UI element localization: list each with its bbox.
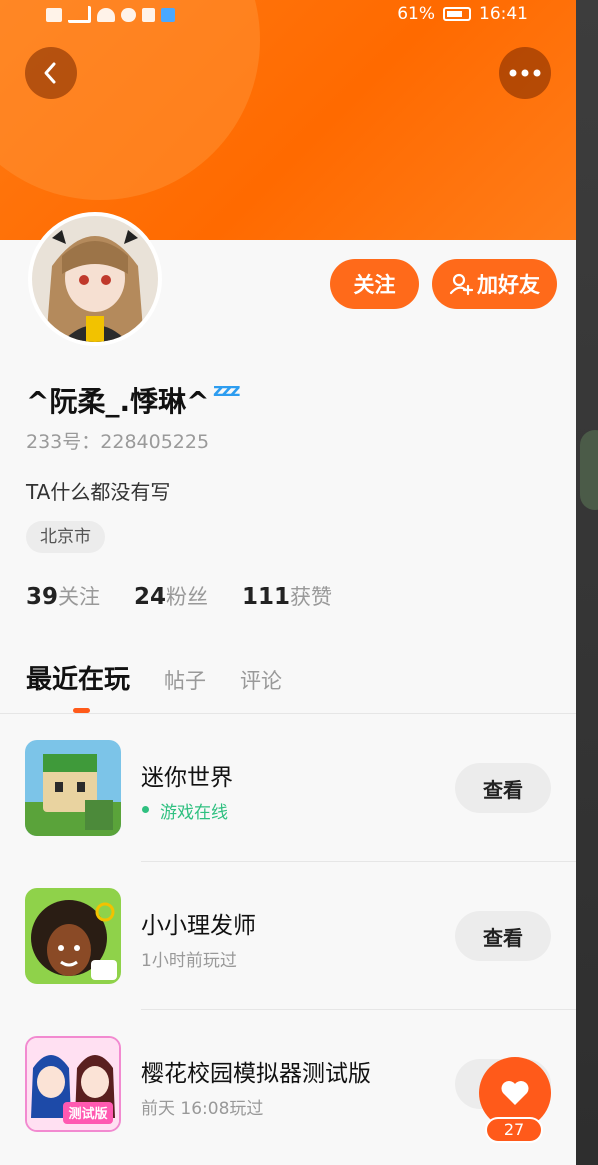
profile-stats: 39关注 24粉丝 111获赞 bbox=[26, 581, 332, 611]
game-icon-mini-world bbox=[25, 740, 121, 836]
status-right: 61% 16:41 bbox=[397, 4, 528, 24]
add-user-icon bbox=[449, 273, 473, 296]
follow-button[interactable]: 关注 bbox=[330, 259, 419, 309]
stat-number: 39 bbox=[26, 584, 59, 610]
profile-header-banner: 61% 16:41 bbox=[0, 0, 576, 240]
tab-comments[interactable]: 评论 bbox=[240, 665, 282, 695]
list-divider bbox=[141, 861, 576, 862]
nickname: ^阮柔_.悸琳^ bbox=[26, 385, 210, 418]
user-id: 233号：228405225 bbox=[26, 431, 210, 453]
tab-posts[interactable]: 帖子 bbox=[164, 665, 206, 695]
stat-number: 111 bbox=[242, 584, 291, 610]
message-icon bbox=[121, 7, 136, 22]
game-name: 樱花校园模拟器测试版 bbox=[141, 1061, 371, 1087]
game-icon-sakura-school: 测试版 bbox=[25, 1036, 121, 1132]
bio: TA什么都没有写 bbox=[26, 480, 171, 504]
online-dot-icon bbox=[142, 806, 149, 813]
game-status: 游戏在线 bbox=[160, 803, 228, 823]
add-friend-label: 加好友 bbox=[477, 273, 540, 297]
battery-percent: 61% bbox=[397, 4, 435, 24]
follow-label: 关注 bbox=[353, 273, 396, 297]
stat-label: 粉丝 bbox=[166, 585, 209, 609]
game-status: 1小时前玩过 bbox=[141, 951, 237, 971]
view-label: 查看 bbox=[483, 777, 523, 802]
stat-following[interactable]: 39关注 bbox=[26, 581, 100, 611]
header-decoration bbox=[0, 0, 260, 200]
more-dots-icon bbox=[509, 69, 541, 77]
avatar[interactable] bbox=[28, 212, 162, 346]
view-button[interactable]: 查看 bbox=[455, 911, 551, 961]
stat-likes[interactable]: 111获赞 bbox=[242, 581, 332, 611]
status-bar: 61% 16:41 bbox=[0, 0, 576, 30]
battery-icon bbox=[443, 7, 471, 21]
list-divider bbox=[141, 1009, 576, 1010]
5g-signal-icon bbox=[68, 6, 91, 23]
like-count-badge: 27 bbox=[485, 1117, 543, 1143]
tabs-divider bbox=[0, 713, 576, 714]
game-name: 小小理发师 bbox=[141, 913, 256, 939]
more-button[interactable] bbox=[499, 47, 551, 99]
background-app-edge bbox=[576, 0, 598, 1165]
game-badge-text: 测试版 bbox=[68, 1106, 107, 1122]
view-label: 查看 bbox=[483, 925, 523, 950]
chevron-left-icon bbox=[44, 62, 56, 84]
location-tag: 北京市 bbox=[26, 521, 105, 553]
status-icons bbox=[46, 6, 175, 23]
music-icon bbox=[161, 7, 175, 22]
hd-icon bbox=[46, 7, 62, 22]
game-name: 迷你世界 bbox=[141, 765, 233, 791]
stat-label: 关注 bbox=[58, 585, 101, 609]
profile-page: 61% 16:41 关注 加好友 ^阮柔_.悸琳^ zzz 233号：22840… bbox=[0, 0, 576, 1165]
game-icon-little-barber bbox=[25, 888, 121, 984]
avatar-image bbox=[32, 216, 158, 342]
sleep-zzz-icon: zzz bbox=[213, 380, 240, 401]
heart-icon bbox=[501, 1081, 529, 1105]
view-button[interactable]: 查看 bbox=[455, 763, 551, 813]
back-button[interactable] bbox=[25, 47, 77, 99]
tab-recently-playing[interactable]: 最近在玩 bbox=[26, 659, 130, 696]
add-friend-button[interactable]: 加好友 bbox=[432, 259, 557, 309]
stat-followers[interactable]: 24粉丝 bbox=[134, 581, 208, 611]
stat-number: 24 bbox=[134, 584, 167, 610]
game-item[interactable]: 迷你世界 游戏在线 查看 bbox=[0, 740, 576, 888]
stat-label: 获赞 bbox=[290, 585, 333, 609]
clock: 16:41 bbox=[479, 4, 528, 24]
book-icon bbox=[142, 7, 155, 22]
game-item[interactable]: 小小理发师 1小时前玩过 查看 bbox=[0, 888, 576, 1036]
wifi-icon bbox=[97, 7, 115, 22]
profile-tabs: 最近在玩 帖子 评论 bbox=[26, 659, 282, 696]
game-status: 前天 16:08玩过 bbox=[141, 1099, 264, 1119]
background-thumbnail bbox=[580, 430, 598, 510]
